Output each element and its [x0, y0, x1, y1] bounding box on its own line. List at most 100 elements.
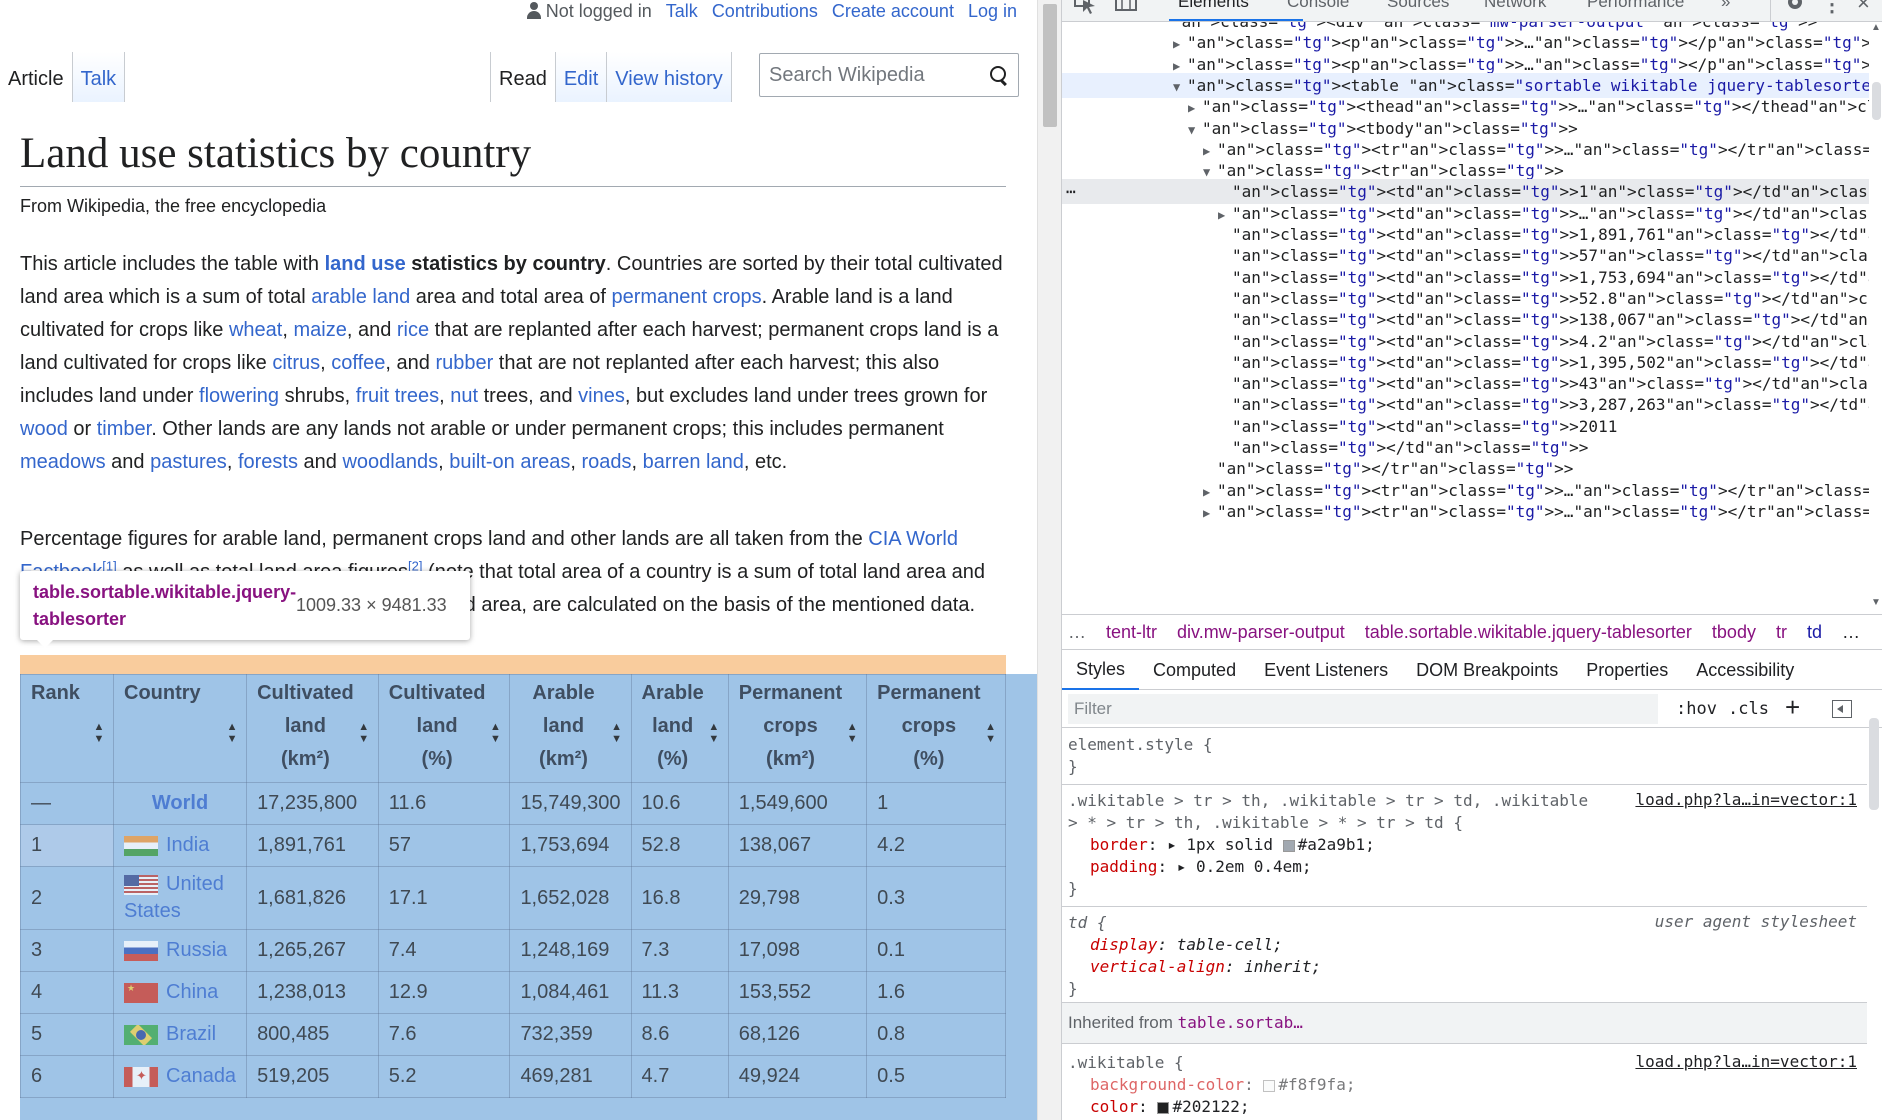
dom-node-line[interactable]: ▶ "an">class="tg"><tr"an">class="tg">>…"a…: [1062, 499, 1869, 524]
breadcrumb-item[interactable]: table.sortable.wikitable.jquery-tablesor…: [1365, 622, 1692, 643]
country-link[interactable]: China: [166, 981, 218, 1003]
link-land-use[interactable]: land use: [325, 253, 406, 275]
personal-talk-link[interactable]: Talk: [666, 1, 698, 22]
breadcrumb-item[interactable]: tbody: [1712, 622, 1756, 643]
column-header[interactable]: Rank ▲▼: [20, 674, 114, 783]
tab-performance[interactable]: Performance: [1587, 0, 1684, 12]
country-link[interactable]: World: [152, 792, 208, 814]
styles-scrollbar[interactable]: [1866, 690, 1882, 1120]
inherited-from-link[interactable]: table.sortab…: [1178, 1013, 1303, 1032]
link-roads[interactable]: roads: [582, 451, 632, 473]
tab-article[interactable]: Article: [0, 52, 73, 102]
sort-arrows-icon[interactable]: ▲▼: [358, 721, 370, 745]
breadcrumb-ellipsis-left[interactable]: …: [1068, 622, 1086, 643]
color-swatch-icon[interactable]: [1282, 839, 1295, 852]
scroll-up-arrow-icon[interactable]: ▲: [1871, 22, 1881, 33]
breadcrumb-item-current[interactable]: td: [1807, 622, 1822, 643]
hover-state-toggle[interactable]: :hov: [1676, 699, 1717, 719]
column-header[interactable]: Permanent crops (km²) ▲▼: [727, 674, 868, 783]
color-swatch-icon[interactable]: [1263, 1079, 1276, 1092]
sort-arrows-icon[interactable]: ▲▼: [93, 721, 105, 745]
dom-scrollbar-thumb[interactable]: [1872, 82, 1881, 120]
link-maize[interactable]: maize: [293, 319, 346, 341]
link-barren-land[interactable]: barren land: [643, 451, 744, 473]
country-link[interactable]: Brazil: [166, 1023, 216, 1045]
search-input[interactable]: Search Wikipedia: [759, 53, 1019, 97]
tab-event-listeners[interactable]: Event Listeners: [1250, 650, 1402, 690]
tab-read[interactable]: Read: [490, 52, 556, 102]
link-nut[interactable]: nut: [450, 385, 478, 407]
tab-view-history[interactable]: View history: [607, 52, 732, 102]
breadcrumb-item[interactable]: tent-ltr: [1106, 622, 1157, 643]
link-pastures[interactable]: pastures: [150, 451, 227, 473]
link-flowering[interactable]: flowering: [199, 385, 279, 407]
color-swatch-icon[interactable]: [1157, 1101, 1170, 1114]
country-link[interactable]: India: [166, 834, 209, 856]
sort-arrows-icon[interactable]: ▲▼: [846, 721, 858, 745]
inspect-element-icon[interactable]: [1073, 0, 1099, 14]
sort-arrows-icon[interactable]: ▲▼: [226, 721, 238, 745]
search-icon[interactable]: [990, 66, 1008, 84]
expand-triangle-icon[interactable]: ▶: [1203, 501, 1217, 526]
tab-talk[interactable]: Talk: [72, 52, 126, 102]
customize-menu-icon[interactable]: ⋮: [1822, 0, 1842, 17]
tab-sources[interactable]: Sources: [1387, 0, 1449, 12]
rule1-selector[interactable]: .wikitable > tr > th, .wikitable > tr > …: [1068, 790, 1588, 812]
link-permanent-crops[interactable]: permanent crops: [611, 286, 761, 308]
rule3-source-link[interactable]: load.php?la…in=vector:1: [1635, 1052, 1857, 1071]
link-vines[interactable]: vines: [578, 385, 625, 407]
rule1-source-link[interactable]: load.php?la…in=vector:1: [1635, 790, 1857, 809]
tab-accessibility[interactable]: Accessibility: [1682, 650, 1808, 690]
breadcrumb-item[interactable]: div.mw-parser-output: [1177, 622, 1345, 643]
more-tabs-button[interactable]: »: [1721, 0, 1730, 12]
page-scrollbar[interactable]: [1037, 0, 1061, 1120]
breadcrumb-item[interactable]: tr: [1776, 622, 1787, 643]
link-timber[interactable]: timber: [97, 418, 151, 440]
tab-dom-breakpoints[interactable]: DOM Breakpoints: [1402, 650, 1572, 690]
create-account-link[interactable]: Create account: [832, 1, 954, 22]
close-devtools-icon[interactable]: ×: [1857, 0, 1870, 16]
country-link[interactable]: Canada: [166, 1065, 236, 1087]
column-header[interactable]: Cultivated land (%) ▲▼: [377, 674, 511, 783]
styles-scrollbar-thumb[interactable]: [1869, 718, 1879, 810]
link-fruit-trees[interactable]: fruit trees: [356, 385, 439, 407]
log-in-link[interactable]: Log in: [968, 1, 1017, 22]
link-rice[interactable]: rice: [397, 319, 429, 341]
tab-console[interactable]: Console: [1287, 0, 1349, 12]
tab-computed[interactable]: Computed: [1139, 650, 1250, 690]
link-rubber[interactable]: rubber: [435, 352, 493, 374]
breadcrumb-ellipsis-right[interactable]: …: [1842, 622, 1860, 643]
device-toolbar-icon[interactable]: [1114, 0, 1138, 14]
dom-scrollbar[interactable]: ▲ ▼: [1869, 22, 1882, 608]
toggle-sidebar-icon[interactable]: [1832, 700, 1852, 718]
border-declaration[interactable]: border: ▸ 1px solid #a2a9b1;: [1090, 834, 1375, 856]
column-header[interactable]: Permanent crops (%) ▲▼: [866, 674, 1006, 783]
sort-arrows-icon[interactable]: ▲▼: [708, 721, 720, 745]
link-built-on-areas[interactable]: built-on areas: [449, 451, 570, 473]
tab-styles[interactable]: Styles: [1062, 650, 1140, 690]
country-link[interactable]: Russia: [166, 939, 227, 961]
column-header[interactable]: Arable land (km²) ▲▼: [509, 674, 632, 783]
scroll-down-arrow-icon[interactable]: ▼: [1871, 597, 1881, 608]
color-declaration[interactable]: color: #202122;: [1090, 1096, 1250, 1118]
new-style-rule-button[interactable]: +: [1785, 692, 1800, 723]
background-color-declaration[interactable]: background-color: #f8f9fa;: [1090, 1074, 1355, 1096]
sort-arrows-icon[interactable]: ▲▼: [489, 721, 501, 745]
link-forests[interactable]: forests: [238, 451, 298, 473]
class-toggle[interactable]: .cls: [1728, 699, 1769, 719]
contributions-link[interactable]: Contributions: [712, 1, 818, 22]
link-meadows[interactable]: meadows: [20, 451, 106, 473]
column-header[interactable]: Country ▲▼: [112, 674, 248, 783]
sort-arrows-icon[interactable]: ▲▼: [985, 721, 997, 745]
link-wood[interactable]: wood: [20, 418, 68, 440]
settings-gear-icon[interactable]: [1784, 0, 1806, 14]
column-header[interactable]: Cultivated land (km²) ▲▼: [246, 674, 379, 783]
sort-arrows-icon[interactable]: ▲▼: [611, 721, 623, 745]
rule3-selector[interactable]: .wikitable {: [1068, 1052, 1184, 1074]
link-wheat[interactable]: wheat: [229, 319, 282, 341]
tab-network[interactable]: Network: [1484, 0, 1546, 12]
styles-filter-input[interactable]: Filter: [1068, 694, 1658, 724]
column-header[interactable]: Arable land (%) ▲▼: [630, 674, 729, 783]
page-scrollbar-thumb[interactable]: [1043, 4, 1057, 127]
tab-properties[interactable]: Properties: [1572, 650, 1682, 690]
